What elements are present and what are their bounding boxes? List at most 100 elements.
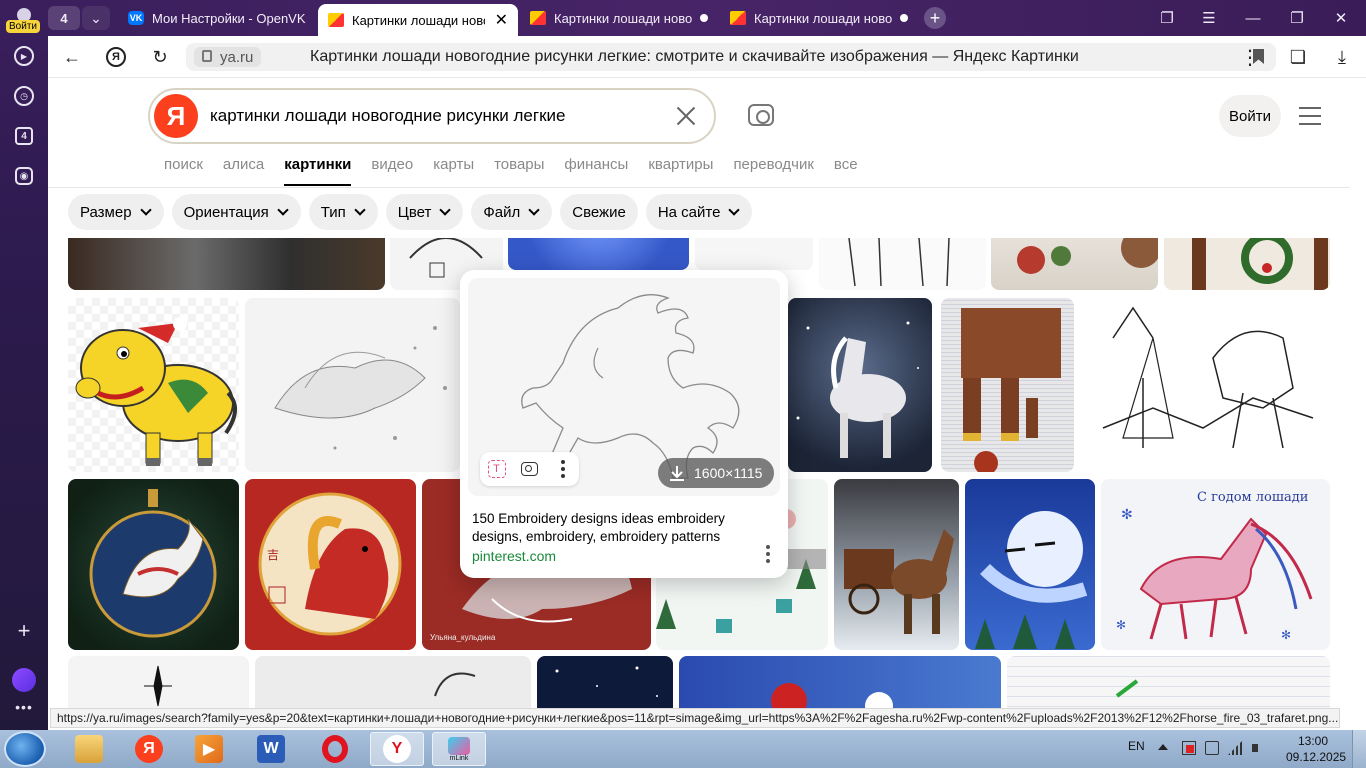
image-tile[interactable] [255, 656, 531, 708]
yandex-browser-app[interactable]: Y [370, 732, 424, 766]
search-by-image-icon[interactable] [513, 452, 546, 486]
screenshot-icon[interactable]: ◉ [0, 164, 48, 188]
preview-title[interactable]: 150 Embroidery designs ideas embroidery … [472, 510, 762, 546]
image-search-camera-icon[interactable] [748, 104, 774, 126]
clock-time[interactable]: 13:00 [1298, 734, 1328, 748]
image-tile[interactable] [1007, 656, 1330, 708]
back-arrow-icon[interactable]: ← [60, 45, 84, 69]
new-tab-button[interactable]: + [924, 7, 946, 29]
image-tile[interactable] [1164, 238, 1330, 290]
filter-orientation[interactable]: Ориентация [171, 194, 301, 230]
filter-size[interactable]: Размер [68, 194, 164, 230]
image-tile[interactable] [834, 479, 959, 650]
filter-file[interactable]: Файл [471, 194, 553, 230]
opera-app[interactable] [308, 732, 362, 766]
image-tile[interactable] [695, 238, 813, 270]
tab-products[interactable]: товары [494, 156, 544, 186]
tab-images-active[interactable]: Картинки лошади новогодние рисунки легки… [318, 4, 518, 36]
folder-icon [75, 735, 103, 763]
media-player-app[interactable]: ▶ [182, 732, 236, 766]
tab-images[interactable]: картинки [284, 156, 352, 186]
image-preview-popup[interactable]: T 1600×1115 150 Embroidery designs ideas… [460, 270, 788, 578]
mlink-app[interactable]: mLink [432, 732, 486, 766]
filter-fresh[interactable]: Свежие [560, 194, 638, 230]
image-tile[interactable]: 吉 [245, 479, 416, 650]
images-favicon-icon [328, 13, 344, 27]
explorer-app[interactable] [62, 732, 116, 766]
tray-expand-icon[interactable] [1158, 744, 1168, 750]
filter-color[interactable]: Цвет [385, 194, 464, 230]
tab-images-3[interactable]: Картинки лошади новогодние рисунки легки… [720, 4, 918, 32]
image-tile[interactable] [68, 656, 249, 708]
image-tile[interactable] [245, 298, 460, 472]
tab-finance[interactable]: финансы [564, 156, 628, 186]
history-icon[interactable]: ◷ [0, 84, 48, 108]
filter-type[interactable]: Тип [308, 194, 378, 230]
tab-count-button[interactable]: 4 [48, 6, 80, 30]
tab-realty[interactable]: квартиры [648, 156, 713, 186]
hamburger-menu-icon[interactable] [1299, 107, 1321, 125]
yandex-logo[interactable]: Я [154, 94, 198, 138]
reload-icon[interactable]: ↻ [148, 45, 172, 69]
url-field[interactable]: ya.ru Картинки лошади новогодние рисунки… [186, 43, 1276, 71]
close-window-icon[interactable]: ✕ [1330, 8, 1352, 28]
login-button[interactable]: Войти [1219, 95, 1281, 137]
tab-alice[interactable]: алиса [223, 156, 264, 186]
kebab-menu-icon[interactable]: ⋮ [1238, 45, 1262, 69]
search-box[interactable]: Я картинки лошади новогодние рисунки лег… [148, 88, 716, 144]
clear-search-icon[interactable] [674, 104, 698, 128]
filter-on-site[interactable]: На сайте [645, 194, 753, 230]
tab-all[interactable]: все [834, 156, 858, 186]
play-icon[interactable]: ▶ [0, 44, 48, 68]
tab-images-2[interactable]: Картинки лошади новогодние рисунки легки… [520, 4, 718, 32]
extensions-icon[interactable]: ❏ [1286, 45, 1310, 69]
signal-icon[interactable] [1228, 741, 1242, 755]
image-tile[interactable]: С годом лошади ✻ ✻ ✻ [1101, 479, 1330, 650]
chevron-down-icon [728, 204, 741, 216]
tabs-count-icon[interactable]: 4 [0, 124, 48, 148]
tab-maps[interactable]: карты [433, 156, 474, 186]
tab-video[interactable]: видео [371, 156, 413, 186]
volume-icon[interactable] [1252, 741, 1266, 755]
download-icon[interactable]: ⤓ [1330, 45, 1354, 69]
yandex-home-icon[interactable]: Я [104, 45, 128, 69]
image-tile[interactable] [991, 238, 1158, 290]
tab-translator[interactable]: переводчик [733, 156, 813, 186]
tab-list-chevron-icon[interactable]: ⌄ [82, 6, 110, 30]
show-desktop-button[interactable] [1352, 730, 1366, 768]
browser-menu-icon[interactable]: ☰ [1198, 8, 1220, 28]
collections-icon[interactable]: ❐ [1156, 8, 1178, 28]
image-tile[interactable] [788, 298, 932, 472]
text-recognition-icon[interactable]: T [480, 452, 513, 486]
image-tile[interactable] [68, 238, 385, 290]
tab-search[interactable]: поиск [164, 156, 203, 186]
preview-more-icon[interactable] [764, 545, 772, 563]
image-tile[interactable] [941, 298, 1074, 472]
more-options-icon[interactable] [546, 452, 579, 486]
image-tile[interactable] [965, 479, 1095, 650]
download-resolution-button[interactable]: 1600×1115 [658, 458, 775, 488]
word-app[interactable]: W [244, 732, 298, 766]
device-icon[interactable] [1205, 741, 1219, 755]
preview-source-link[interactable]: pinterest.com [472, 548, 556, 564]
image-tile[interactable] [679, 656, 1001, 708]
image-tile[interactable] [508, 238, 689, 270]
clock-date[interactable]: 09.12.2025 [1286, 750, 1346, 764]
network-error-icon[interactable] [1182, 741, 1196, 755]
image-tile[interactable] [68, 298, 239, 472]
image-tile[interactable] [1083, 298, 1330, 472]
image-tile[interactable] [68, 479, 239, 650]
image-tile[interactable] [537, 656, 673, 708]
url-domain-chip[interactable]: ya.ru [194, 47, 262, 67]
yandex-app[interactable]: Я [122, 732, 176, 766]
language-indicator[interactable]: EN [1128, 739, 1145, 753]
tab-openvk[interactable]: VK Мои Настройки - OpenVK [118, 4, 318, 32]
svg-text:✻: ✻ [1116, 618, 1126, 632]
search-input[interactable]: картинки лошади новогодние рисунки легки… [210, 106, 565, 126]
image-tile[interactable] [819, 238, 986, 290]
restore-icon[interactable]: ❐ [1286, 8, 1308, 28]
close-tab-icon[interactable]: ✕ [495, 10, 508, 30]
start-button[interactable] [4, 731, 46, 767]
minimize-icon[interactable]: — [1242, 8, 1264, 28]
login-badge[interactable]: Войти [6, 20, 40, 33]
